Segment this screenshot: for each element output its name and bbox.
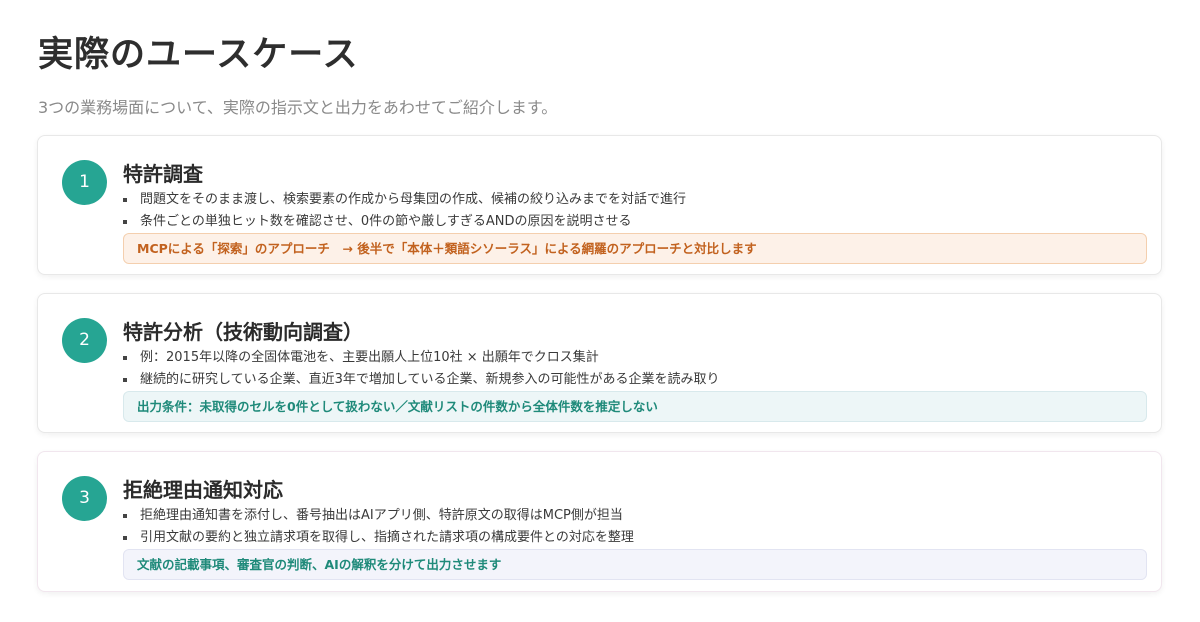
case-title: 特許調査 [123,162,203,186]
case-note: 出力条件：未取得のセルを0件として扱わない／文献リストの件数から全体件数を推定し… [123,391,1147,422]
case-bullet-item: 拒絶理由通知書を添付し、番号抽出はAIアプリ側、特許原文の取得はMCP側が担当 [123,505,634,527]
bullet-square-icon [123,536,127,540]
slide: 実際のユースケース 3つの業務場面について、実際の指示文と出力をあわせてご紹介し… [0,0,1200,622]
case-bullet-text: 拒絶理由通知書を添付し、番号抽出はAIアプリ側、特許原文の取得はMCP側が担当 [140,508,623,523]
case-number-badge: 2 [62,318,107,363]
bullet-square-icon [123,356,127,360]
bullet-square-icon [123,514,127,518]
bullet-square-icon [123,198,127,202]
case-bullet-text: 条件ごとの単独ヒット数を確認させ、0件の節や厳しすぎるANDの原因を説明させる [140,214,632,229]
use-case-card-patent-search: 1 特許調査 問題文をそのまま渡し、検索要素の作成から母集団の作成、候補の絞り込… [37,135,1162,275]
case-bullet-item: 継続的に研究している企業、直近3年で増加している企業、新規参入の可能性がある企業… [123,369,720,391]
case-bullet-list: 拒絶理由通知書を添付し、番号抽出はAIアプリ側、特許原文の取得はMCP側が担当 … [123,505,634,549]
bullet-square-icon [123,220,127,224]
case-title: 拒絶理由通知対応 [123,478,283,502]
case-bullet-item: 例：2015年以降の全固体電池を、主要出願人上位10社 × 出願年でクロス集計 [123,347,720,369]
case-bullet-text: 例：2015年以降の全固体電池を、主要出願人上位10社 × 出願年でクロス集計 [140,350,599,365]
case-bullet-list: 問題文をそのまま渡し、検索要素の作成から母集団の作成、候補の絞り込みまでを対話で… [123,189,686,233]
case-bullet-text: 問題文をそのまま渡し、検索要素の作成から母集団の作成、候補の絞り込みまでを対話で… [140,192,687,207]
case-bullet-list: 例：2015年以降の全固体電池を、主要出願人上位10社 × 出願年でクロス集計 … [123,347,720,391]
case-note: MCPによる「探索」のアプローチ → 後半で「本体＋類語シソーラス」による網羅の… [123,233,1147,264]
case-bullet-item: 条件ごとの単独ヒット数を確認させ、0件の節や厳しすぎるANDの原因を説明させる [123,211,686,233]
bullet-square-icon [123,378,127,382]
use-case-card-patent-analysis: 2 特許分析（技術動向調査） 例：2015年以降の全固体電池を、主要出願人上位1… [37,293,1162,433]
case-title: 特許分析（技術動向調査） [123,320,363,344]
case-number-badge: 3 [62,476,107,521]
page-subtitle: 3つの業務場面について、実際の指示文と出力をあわせてご紹介します。 [38,98,558,117]
case-bullet-text: 引用文献の要約と独立請求項を取得し、指摘された請求項の構成要件との対応を整理 [140,530,634,545]
case-bullet-item: 引用文献の要約と独立請求項を取得し、指摘された請求項の構成要件との対応を整理 [123,527,634,549]
use-case-card-rejection-response: 3 拒絶理由通知対応 拒絶理由通知書を添付し、番号抽出はAIアプリ側、特許原文の… [37,451,1162,592]
page-title: 実際のユースケース [38,35,359,75]
case-bullet-item: 問題文をそのまま渡し、検索要素の作成から母集団の作成、候補の絞り込みまでを対話で… [123,189,686,211]
case-number-badge: 1 [62,160,107,205]
case-bullet-text: 継続的に研究している企業、直近3年で増加している企業、新規参入の可能性がある企業… [140,372,720,387]
case-note: 文献の記載事項、審査官の判断、AIの解釈を分けて出力させます [123,549,1147,580]
